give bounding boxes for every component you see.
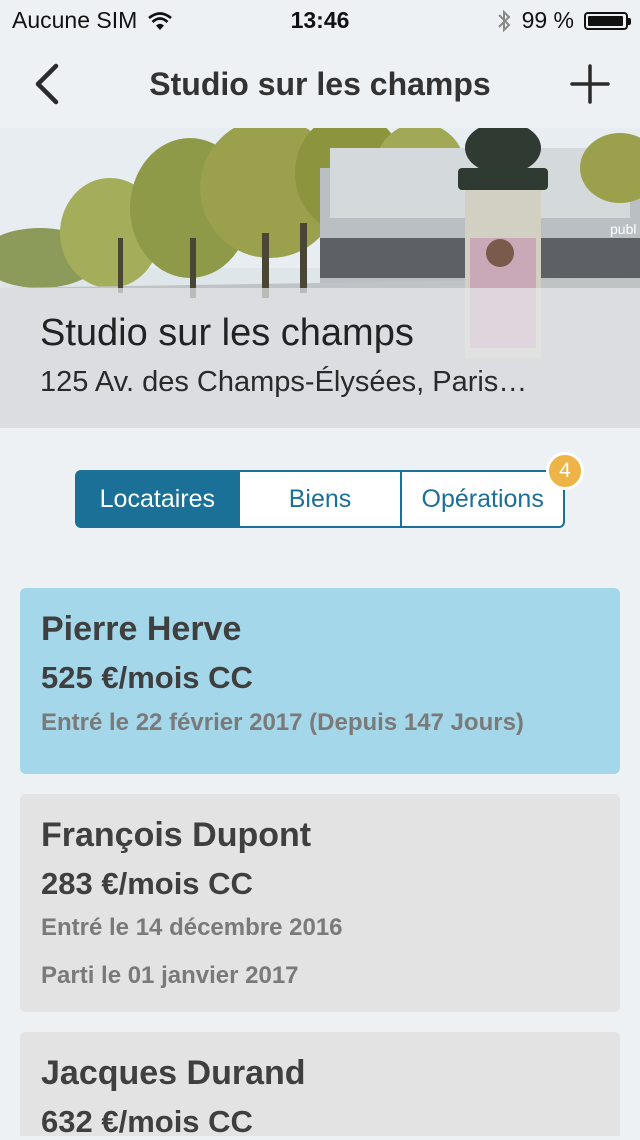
tab-biens[interactable]: Biens — [240, 472, 403, 526]
back-chevron-icon[interactable] — [26, 60, 70, 108]
tenant-rent: 283 €/mois CC — [41, 866, 253, 901]
add-plus-icon[interactable] — [568, 62, 612, 106]
tenant-entry-date: Entré le 14 décembre 2016 — [41, 914, 343, 941]
battery-icon — [584, 11, 631, 30]
tenant-rent: 632 €/mois CC — [41, 1104, 253, 1139]
sign-text: publ — [610, 221, 636, 237]
tenant-name: François Dupont — [41, 816, 312, 854]
tab-segmented-control: Locataires Biens Opérations — [75, 470, 565, 528]
tenant-card[interactable]: Jacques Durand 632 €/mois CC — [20, 1032, 620, 1139]
navigation-bar: Studio sur les champs — [0, 40, 640, 128]
tenant-name: Pierre Herve — [41, 610, 242, 648]
operations-count-badge: 4 — [546, 452, 584, 490]
tenant-exit-date: Parti le 01 janvier 2017 — [41, 962, 299, 989]
tenant-entry-date: Entré le 22 février 2017 (Depuis 147 Jou… — [41, 709, 524, 736]
property-address: 125 Av. des Champs-Élysées, Paris… — [40, 366, 528, 398]
tenant-name: Jacques Durand — [41, 1054, 306, 1092]
tab-locataires[interactable]: Locataires — [77, 472, 240, 526]
page-title: Studio sur les champs — [149, 66, 491, 102]
property-hero: publ Studio sur les champs 125 Av. des C… — [0, 128, 640, 428]
hero-overlay — [0, 288, 640, 428]
tenant-card[interactable]: François Dupont 283 €/mois CC Entré le 1… — [20, 794, 620, 1012]
tenant-rent: 525 €/mois CC — [41, 660, 253, 695]
status-bar: Aucune SIM 13:46 99 % — [0, 0, 640, 40]
bluetooth-icon — [497, 9, 510, 32]
property-name: Studio sur les champs — [40, 312, 414, 354]
status-right-group: 99 % — [496, 7, 631, 34]
tenant-card[interactable]: Pierre Herve 525 €/mois CC Entré le 22 f… — [20, 588, 620, 774]
tab-operations[interactable]: Opérations — [402, 472, 563, 526]
battery-percent: 99 % — [521, 7, 574, 33]
